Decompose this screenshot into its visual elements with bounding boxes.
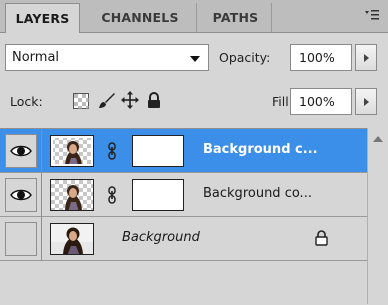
eye-icon: [10, 189, 32, 201]
layer-thumbnail[interactable]: [50, 135, 94, 167]
layer-mask-thumbnail[interactable]: [132, 135, 184, 167]
layer-mask-thumbnail[interactable]: [132, 179, 184, 211]
visibility-toggle[interactable]: [5, 134, 37, 168]
lock-image-pixels-icon[interactable]: [98, 92, 116, 113]
layer-thumbnail[interactable]: [50, 223, 94, 255]
layer-row[interactable]: Background co...: [0, 173, 368, 217]
layer-name[interactable]: Background: [122, 230, 200, 245]
layer-list-scrollbar[interactable]: [367, 128, 388, 304]
fill-slider-button[interactable]: [355, 88, 377, 115]
layer-thumbnail[interactable]: [50, 179, 94, 211]
opacity-label: Opacity:: [219, 50, 271, 65]
lock-all-icon[interactable]: [146, 92, 162, 112]
layer-list: Background c... Background co... Backgro…: [0, 128, 388, 305]
layer-name[interactable]: Background c...: [203, 142, 318, 157]
chevron-down-icon: [190, 56, 200, 62]
layer-name[interactable]: Background co...: [203, 186, 312, 201]
person-thumbnail-icon: [65, 185, 82, 210]
lock-transparent-pixels-icon[interactable]: [73, 93, 89, 112]
visibility-toggle[interactable]: [5, 222, 37, 256]
blend-mode-select[interactable]: Normal: [5, 44, 209, 71]
layer-row[interactable]: Background: [0, 217, 368, 261]
person-photo-thumbnail-icon: [51, 227, 93, 254]
layer-row[interactable]: Background c...: [0, 129, 368, 173]
tab-channels[interactable]: CHANNELS: [84, 3, 197, 32]
lock-position-icon[interactable]: [121, 91, 139, 112]
tab-layers[interactable]: LAYERS: [5, 3, 80, 33]
scroll-up-icon[interactable]: [373, 136, 383, 142]
blend-mode-value: Normal: [12, 50, 60, 65]
panel-tab-bar: LAYERS CHANNELS PATHS: [0, 0, 388, 33]
link-icon[interactable]: [108, 142, 116, 163]
column-divider: [41, 217, 42, 261]
lock-label: Lock:: [10, 94, 43, 109]
layer-lock-icon: [315, 230, 328, 249]
link-icon[interactable]: [108, 186, 116, 207]
column-divider: [41, 173, 42, 217]
tab-paths[interactable]: PATHS: [200, 3, 272, 32]
eye-icon: [10, 145, 32, 157]
opacity-input[interactable]: 100%: [290, 44, 352, 71]
fill-value: 100%: [299, 94, 335, 109]
visibility-toggle[interactable]: [5, 178, 37, 212]
panel-menu-icon[interactable]: [364, 8, 380, 22]
column-divider: [41, 129, 42, 173]
person-thumbnail-icon: [65, 141, 82, 166]
opacity-slider-button[interactable]: [355, 44, 377, 71]
opacity-value: 100%: [299, 50, 335, 65]
fill-input[interactable]: 100%: [290, 88, 352, 115]
